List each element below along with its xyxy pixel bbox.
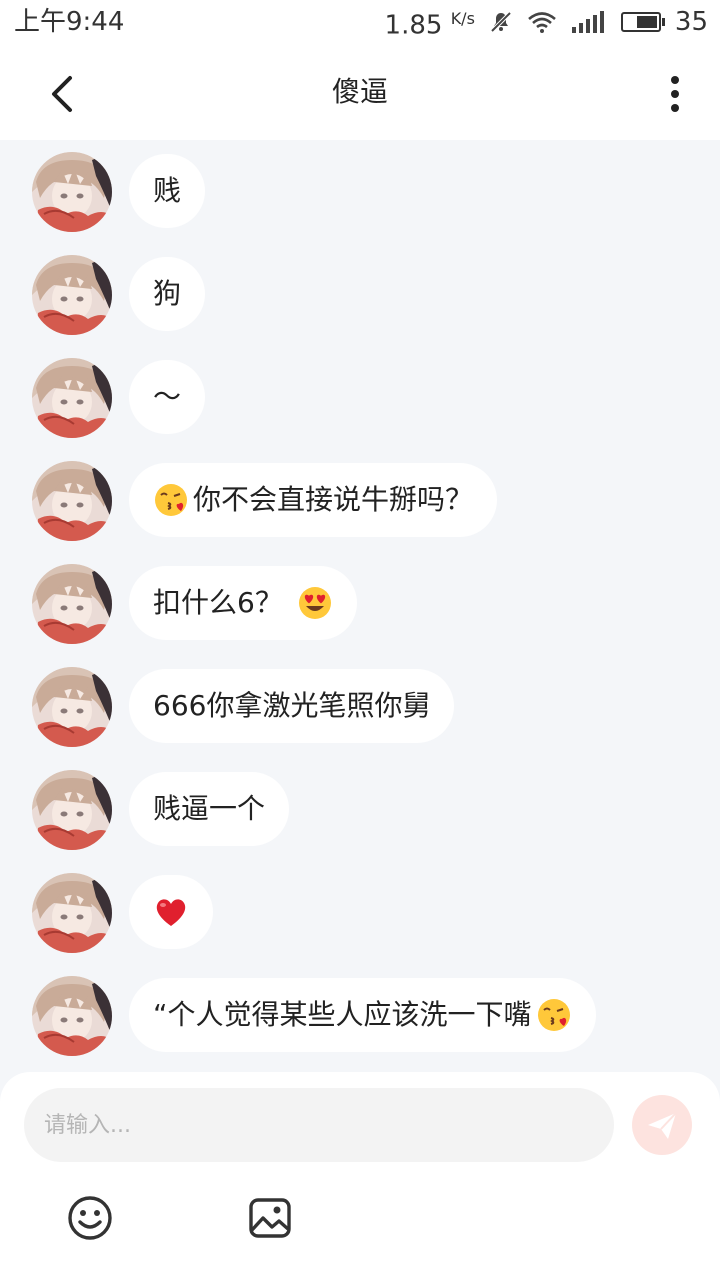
message-row: 扣什么6？ <box>32 564 357 644</box>
signal-icon <box>571 11 604 33</box>
face-blowing-kiss-emoji-icon <box>155 484 187 516</box>
message-bubble[interactable]: 贱 <box>129 154 206 228</box>
message-bubble[interactable]: 你不会直接说牛掰吗？ <box>129 463 498 537</box>
message-text: “个人觉得某些人应该洗一下嘴 <box>153 998 532 1031</box>
avatar[interactable] <box>32 152 112 232</box>
status-time: 上午9:44 <box>14 7 125 37</box>
message-row <box>32 873 213 953</box>
battery-level: 35 <box>674 7 708 37</box>
message-row: 666你拿激光笔照你舅 <box>32 667 455 747</box>
message-text: 狗 <box>153 277 182 310</box>
message-bubble[interactable]: “个人觉得某些人应该洗一下嘴 <box>129 978 596 1052</box>
status-bar: 上午9:44 1.85 K/s 35 <box>0 0 720 44</box>
avatar[interactable] <box>32 564 112 644</box>
message-bubble[interactable] <box>129 875 213 949</box>
avatar[interactable] <box>32 461 112 541</box>
message-row: 狗 <box>32 255 206 335</box>
message-row: 贱逼一个 <box>32 770 290 850</box>
network-speed-value: 1.85 <box>384 10 443 41</box>
avatar[interactable] <box>32 770 112 850</box>
message-row: 贱 <box>32 152 206 232</box>
message-bubble[interactable]: 狗 <box>129 257 206 331</box>
notifications-muted-icon <box>490 11 512 33</box>
send-button[interactable] <box>632 1095 692 1155</box>
message-row: “个人觉得某些人应该洗一下嘴 <box>32 976 596 1056</box>
avatar[interactable] <box>32 667 112 747</box>
message-text: 666你拿激光笔照你舅 <box>153 689 431 722</box>
wifi-icon <box>528 12 556 33</box>
message-text: 贱逼一个 <box>153 792 266 825</box>
message-bubble[interactable]: 贱逼一个 <box>129 772 290 846</box>
message-text: 扣什么6？ <box>153 586 283 619</box>
message-bubble[interactable]: ～ <box>129 360 206 434</box>
smiley-icon[interactable] <box>66 1194 114 1242</box>
message-row: 你不会直接说牛掰吗？ <box>32 461 498 541</box>
chat-header: 傻逼 <box>0 44 720 140</box>
message-text: 贱 <box>153 174 182 207</box>
battery-icon <box>620 12 665 32</box>
heart-eyes-emoji-icon <box>298 587 331 619</box>
composer <box>0 1072 720 1280</box>
red-heart-emoji-icon <box>156 899 186 926</box>
message-bubble[interactable]: 扣什么6？ <box>129 566 357 640</box>
status-icons: 1.85 K/s 35 <box>385 6 708 40</box>
paper-plane-icon <box>648 1112 677 1139</box>
avatar[interactable] <box>32 358 112 438</box>
network-speed: 1.85 K/s <box>385 3 475 42</box>
message-list: 贱狗 ～ 你不会直接说牛掰吗？ 扣什么6？ 666你拿激光笔照你舅 贱逼一个 “个人觉得某些… <box>0 140 720 1072</box>
message-bubble[interactable]: 666你拿激光笔照你舅 <box>129 669 455 743</box>
network-speed-unit: K/s <box>450 8 475 28</box>
avatar[interactable] <box>32 976 112 1056</box>
avatar[interactable] <box>32 873 112 953</box>
more-options-icon[interactable] <box>660 70 690 118</box>
message-text: 你不会直接说牛掰吗？ <box>193 483 474 516</box>
image-icon[interactable] <box>246 1194 294 1242</box>
message-row: ～ <box>32 358 206 438</box>
avatar[interactable] <box>32 255 112 335</box>
chat-title: 傻逼 <box>331 75 388 108</box>
chat-screen: 上午9:44 1.85 K/s 35 傻逼 贱 狗 ～ 你不会直接说牛掰吗？ 扣… <box>0 0 720 1280</box>
message-text: ～ <box>153 380 182 413</box>
face-blowing-kiss-emoji-icon <box>537 999 570 1031</box>
message-input[interactable] <box>24 1088 614 1162</box>
